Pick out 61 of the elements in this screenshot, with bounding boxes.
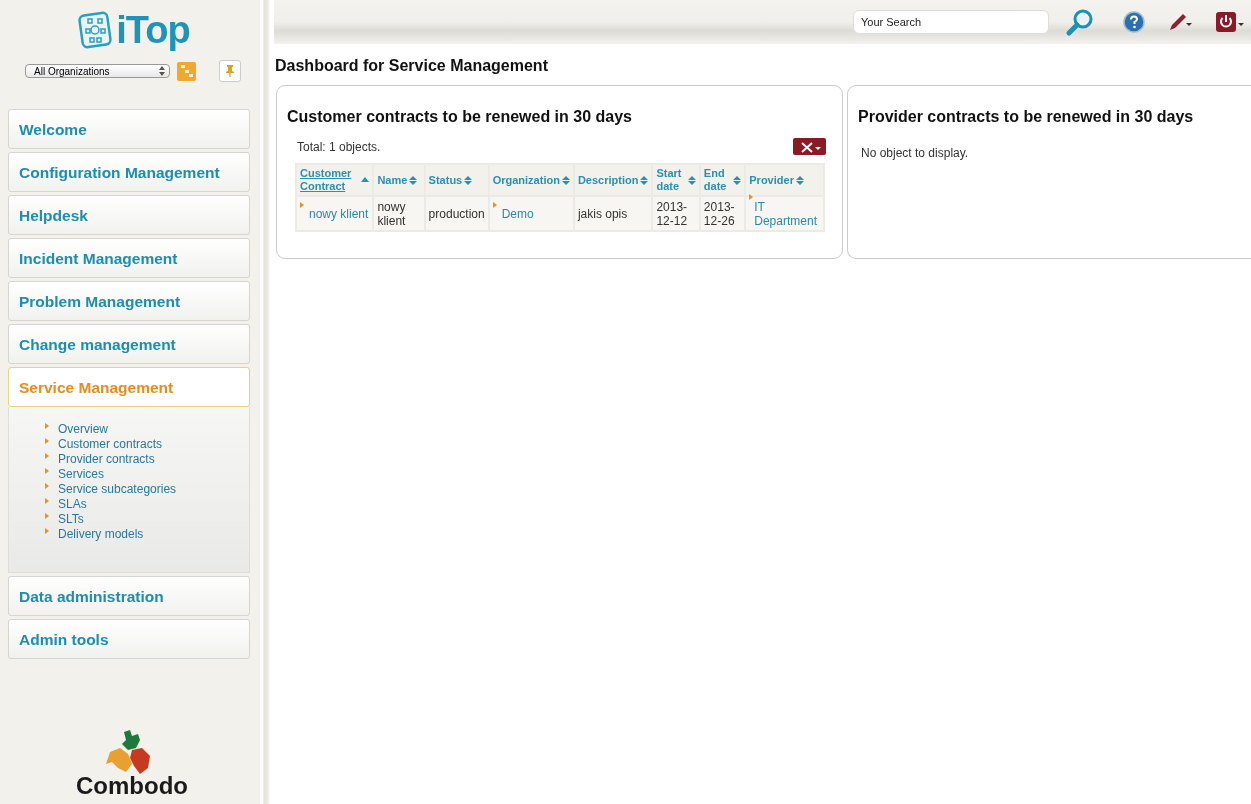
menu-item[interactable]: Configuration Management: [8, 152, 250, 192]
sort-icon[interactable]: [561, 174, 570, 186]
menu-item[interactable]: Helpdesk: [8, 195, 250, 235]
sort-icon[interactable]: [640, 174, 649, 186]
submenu-link[interactable]: SLAs: [58, 496, 87, 511]
logo-text: iTop: [116, 8, 190, 52]
menu-item[interactable]: Problem Management: [8, 281, 250, 321]
organization-select[interactable]: All Organizations: [25, 64, 170, 78]
bullet-icon: [45, 483, 49, 489]
table-cell: nowy klient: [377, 199, 406, 228]
sort-icon[interactable]: [464, 174, 473, 186]
bullet-icon: [45, 513, 49, 519]
bullet-icon: [45, 528, 49, 534]
dashlet-title: Customer contracts to be renewed in 30 days: [287, 108, 633, 126]
table-cell: production: [428, 206, 485, 221]
submenu-link[interactable]: Services: [58, 466, 104, 481]
bullet-icon: [45, 453, 49, 459]
tools-button[interactable]: [793, 138, 826, 155]
bullet-icon: [45, 498, 49, 504]
cell-link[interactable]: Demo: [501, 206, 534, 221]
hierarchy-button[interactable]: [177, 61, 196, 81]
sort-icon[interactable]: [733, 174, 742, 186]
sort-icon[interactable]: [687, 174, 696, 186]
pin-button[interactable]: [219, 60, 241, 82]
submenu-link[interactable]: SLTs: [58, 511, 84, 526]
combodo-logo: Combodo: [76, 728, 188, 800]
menu-item[interactable]: Change management: [8, 324, 250, 364]
page-title: Dashboard for Service Management: [275, 57, 549, 75]
updown-arrows-icon: [159, 66, 165, 76]
bullet-icon: [300, 201, 304, 208]
menu-item[interactable]: Data administration: [8, 576, 250, 616]
empty-message: No object to display.: [861, 146, 970, 160]
table-cell: 2013-12-26: [703, 199, 735, 228]
bullet-icon: [45, 438, 49, 444]
table-cell: jakis opis: [577, 206, 628, 221]
menu-item[interactable]: Service Management: [8, 367, 250, 407]
power-icon[interactable]: [1215, 11, 1245, 33]
menu-item[interactable]: Welcome: [8, 109, 250, 149]
sort-icon[interactable]: [795, 174, 804, 186]
total-count: Total: 1 objects.: [297, 139, 381, 154]
pin-icon: [225, 65, 235, 77]
submenu-link[interactable]: Delivery models: [58, 526, 144, 541]
menu-item[interactable]: Incident Management: [8, 238, 250, 278]
submenu-link[interactable]: Service subcategories: [58, 481, 177, 496]
dashlet-title: Provider contracts to be renewed in 30 days: [858, 108, 1195, 126]
submenu-link[interactable]: Customer contracts: [58, 436, 163, 451]
pencil-icon[interactable]: [1167, 11, 1193, 33]
submenu-link[interactable]: Provider contracts: [58, 451, 155, 466]
bullet-icon: [749, 194, 754, 200]
help-icon[interactable]: [1123, 11, 1145, 33]
sort-icon[interactable]: [409, 174, 418, 186]
search-icon[interactable]: [1065, 7, 1095, 37]
bullet-icon: [45, 423, 49, 429]
hierarchy-icon: [179, 64, 194, 78]
table-cell: 2013-12-12: [656, 199, 688, 228]
menu-item[interactable]: Admin tools: [8, 619, 250, 659]
bullet-icon: [492, 201, 497, 208]
bullet-icon: [45, 468, 49, 474]
submenu-link[interactable]: Overview: [58, 421, 108, 436]
search-field[interactable]: Your Search: [853, 10, 1049, 34]
logo-icon: [78, 11, 113, 49]
